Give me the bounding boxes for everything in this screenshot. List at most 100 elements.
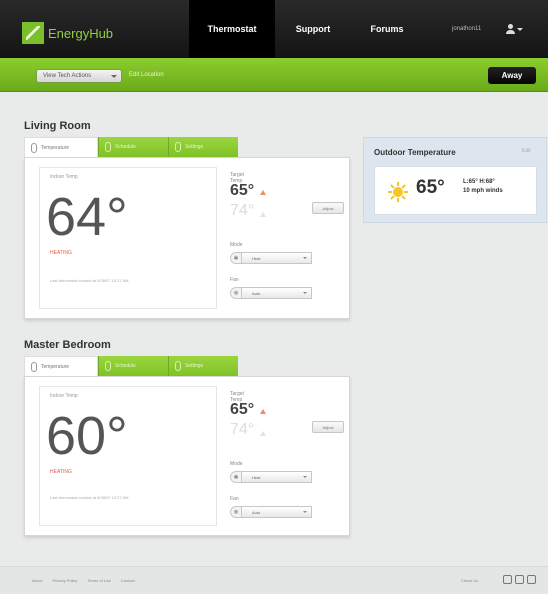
user-name[interactable]: jonathon11 bbox=[452, 26, 481, 32]
target-heat-temp: 65° bbox=[230, 182, 255, 199]
footer-link-about[interactable]: About bbox=[32, 578, 42, 583]
chevron-down-icon bbox=[303, 476, 307, 478]
indoor-panel: Indoor Temp 60° HEATING Last thermostat … bbox=[39, 386, 217, 526]
nav-tab-support[interactable]: Support bbox=[280, 0, 346, 58]
tab-schedule[interactable]: Schedule bbox=[98, 137, 168, 157]
brand-name: EnergyHub bbox=[48, 25, 114, 41]
fan-icon: ❋ bbox=[230, 506, 242, 518]
calendar-icon bbox=[105, 361, 111, 371]
tab-settings[interactable]: Settings bbox=[168, 137, 238, 157]
footer-links: About Privacy Policy Terms of Use Contac… bbox=[32, 578, 135, 583]
brand-logo[interactable]: EnergyHub bbox=[22, 22, 113, 44]
indoor-temp: 60° bbox=[46, 406, 128, 466]
mode-value: Heat bbox=[252, 474, 261, 480]
top-nav-bar: EnergyHub Thermostat Support Forums jona… bbox=[0, 0, 548, 65]
outdoor-temp: 65° bbox=[416, 177, 445, 198]
sun-icon bbox=[388, 182, 408, 202]
indoor-panel: Indoor Temp 64° HEATING Last thermostat … bbox=[39, 167, 217, 309]
indoor-temp: 64° bbox=[46, 187, 128, 247]
sun-core bbox=[393, 187, 403, 197]
outdoor-edit-link[interactable]: Edit bbox=[522, 148, 531, 154]
fan-label: Fan bbox=[230, 496, 239, 502]
away-button[interactable]: Away bbox=[488, 67, 536, 84]
tab-label: Settings bbox=[185, 363, 204, 369]
tab-label: Settings bbox=[185, 144, 204, 150]
outdoor-temperature-widget: Outdoor Temperature Edit 65° L:65° H:68°… bbox=[363, 137, 547, 223]
mode-selector[interactable]: ✱ Heat bbox=[230, 252, 312, 264]
target-cool-temp: 74° bbox=[230, 421, 255, 438]
room-title: Master Bedroom bbox=[24, 339, 111, 351]
cool-arrow-icon bbox=[260, 431, 266, 436]
thermometer-icon bbox=[31, 142, 37, 153]
tab-label: Temperature bbox=[41, 144, 70, 151]
adjust-button[interactable]: Adjust bbox=[312, 421, 344, 433]
last-updated: Last thermostat contact at 5/28/07 10:27… bbox=[50, 278, 129, 283]
energyhub-logo-icon bbox=[22, 22, 44, 44]
last-updated: Last thermostat contact at 5/28/07 10:27… bbox=[50, 495, 129, 500]
mode-select[interactable]: Heat bbox=[242, 252, 312, 264]
wrench-icon bbox=[175, 361, 181, 371]
cool-arrow-icon bbox=[260, 212, 266, 217]
heating-status: HEATING bbox=[50, 469, 72, 475]
footer-link-privacy[interactable]: Privacy Policy bbox=[52, 578, 77, 583]
twitter-icon[interactable] bbox=[503, 575, 512, 584]
mode-select[interactable]: Heat bbox=[242, 471, 312, 483]
indoor-label: Indoor Temp bbox=[50, 174, 78, 180]
chevron-down-icon bbox=[303, 292, 307, 294]
footer-link-terms[interactable]: Terms of Use bbox=[87, 578, 111, 583]
tab-label: Schedule bbox=[115, 144, 136, 150]
facebook-icon[interactable] bbox=[515, 575, 524, 584]
dropdown-label: View Tech Actions bbox=[43, 73, 92, 79]
footer: About Privacy Policy Terms of Use Contac… bbox=[0, 566, 548, 594]
adjust-button[interactable]: Adjust bbox=[312, 202, 344, 214]
chevron-down-icon bbox=[303, 511, 307, 513]
tab-settings[interactable]: Settings bbox=[168, 356, 238, 376]
thermostat-card: Indoor Temp 60° HEATING Last thermostat … bbox=[24, 376, 350, 536]
tab-schedule[interactable]: Schedule bbox=[98, 356, 168, 376]
mode-selector[interactable]: ✱ Heat bbox=[230, 471, 312, 483]
nav-tab-forums[interactable]: Forums bbox=[352, 0, 422, 58]
footer-link-contact[interactable]: Contact bbox=[121, 578, 135, 583]
outdoor-high-low: L:65° H:68° bbox=[463, 179, 495, 185]
rss-icon[interactable] bbox=[527, 575, 536, 584]
wrench-icon bbox=[175, 142, 181, 152]
fan-value: Auto bbox=[252, 290, 261, 296]
fan-selector[interactable]: ❋ Auto bbox=[230, 287, 312, 299]
target-heat-temp: 65° bbox=[230, 401, 255, 418]
check-us-label: Check Us bbox=[461, 578, 479, 583]
fan-selector[interactable]: ❋ Auto bbox=[230, 506, 312, 518]
room-tabs: Temperature Schedule Settings bbox=[24, 137, 238, 157]
outdoor-title: Outdoor Temperature bbox=[374, 148, 456, 157]
outdoor-wind: 10 mph winds bbox=[463, 188, 503, 194]
mode-label: Mode bbox=[230, 461, 243, 467]
room-tabs: Temperature Schedule Settings bbox=[24, 356, 238, 376]
thermometer-icon bbox=[31, 361, 37, 372]
target-cool-temp: 74° bbox=[230, 202, 255, 219]
fan-label: Fan bbox=[230, 277, 239, 283]
room-title: Living Room bbox=[24, 120, 91, 132]
heating-status: HEATING bbox=[50, 250, 72, 256]
tech-actions-dropdown[interactable]: View Tech Actions bbox=[36, 69, 122, 83]
heat-arrow-icon bbox=[260, 409, 266, 414]
tab-temperature[interactable]: Temperature bbox=[24, 137, 98, 157]
tab-temperature[interactable]: Temperature bbox=[24, 356, 98, 376]
fan-icon: ❋ bbox=[230, 287, 242, 299]
mode-value: Heat bbox=[252, 255, 261, 261]
thermostat-card: Indoor Temp 64° HEATING Last thermostat … bbox=[24, 157, 350, 319]
edit-location-link[interactable]: Edit Location bbox=[129, 72, 164, 78]
indoor-label: Indoor Temp bbox=[50, 393, 78, 399]
fan-select[interactable]: Auto bbox=[242, 287, 312, 299]
mode-label: Mode bbox=[230, 242, 243, 248]
chevron-down-icon bbox=[111, 75, 117, 78]
outdoor-weather-box: 65° L:65° H:68° 10 mph winds bbox=[374, 166, 537, 215]
calendar-icon bbox=[105, 142, 111, 152]
chevron-down-icon bbox=[303, 257, 307, 259]
flame-icon: ✱ bbox=[230, 252, 242, 264]
fan-select[interactable]: Auto bbox=[242, 506, 312, 518]
heat-arrow-icon bbox=[260, 190, 266, 195]
nav-tab-thermostat[interactable]: Thermostat bbox=[189, 0, 275, 65]
tab-label: Temperature bbox=[41, 363, 70, 370]
flame-icon: ✱ bbox=[230, 471, 242, 483]
chevron-down-icon[interactable] bbox=[517, 28, 523, 31]
fan-value: Auto bbox=[252, 509, 261, 515]
